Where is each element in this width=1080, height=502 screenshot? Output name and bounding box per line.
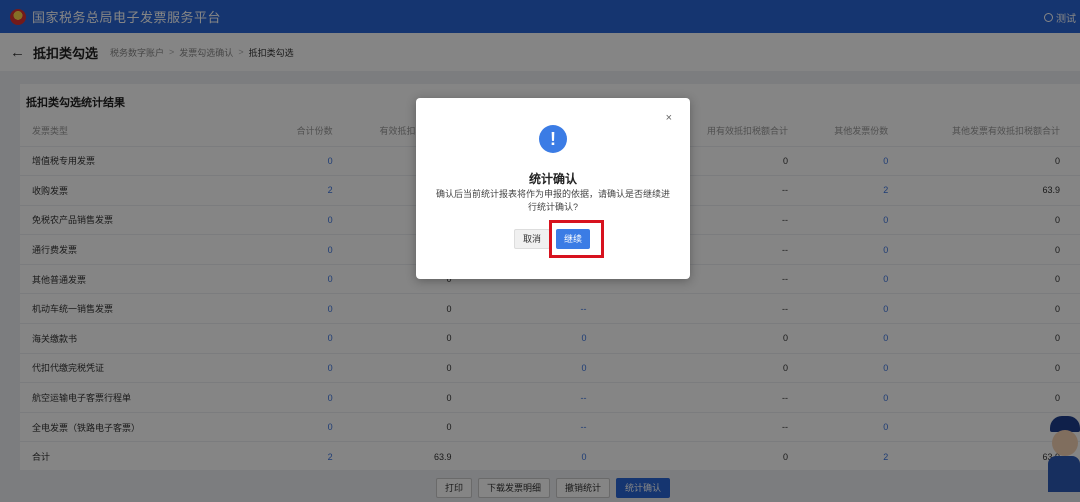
cancel-button[interactable]: 取消 [514,229,551,249]
dialog-title: 统计确认 [528,172,577,186]
highlight-box [549,220,604,258]
alert-icon: ! [539,125,567,153]
close-icon[interactable]: × [666,112,672,124]
dialog-message: 确认后当前统计报表将作为申报的依据，请确认是否继续进行统计确认? [435,189,670,212]
